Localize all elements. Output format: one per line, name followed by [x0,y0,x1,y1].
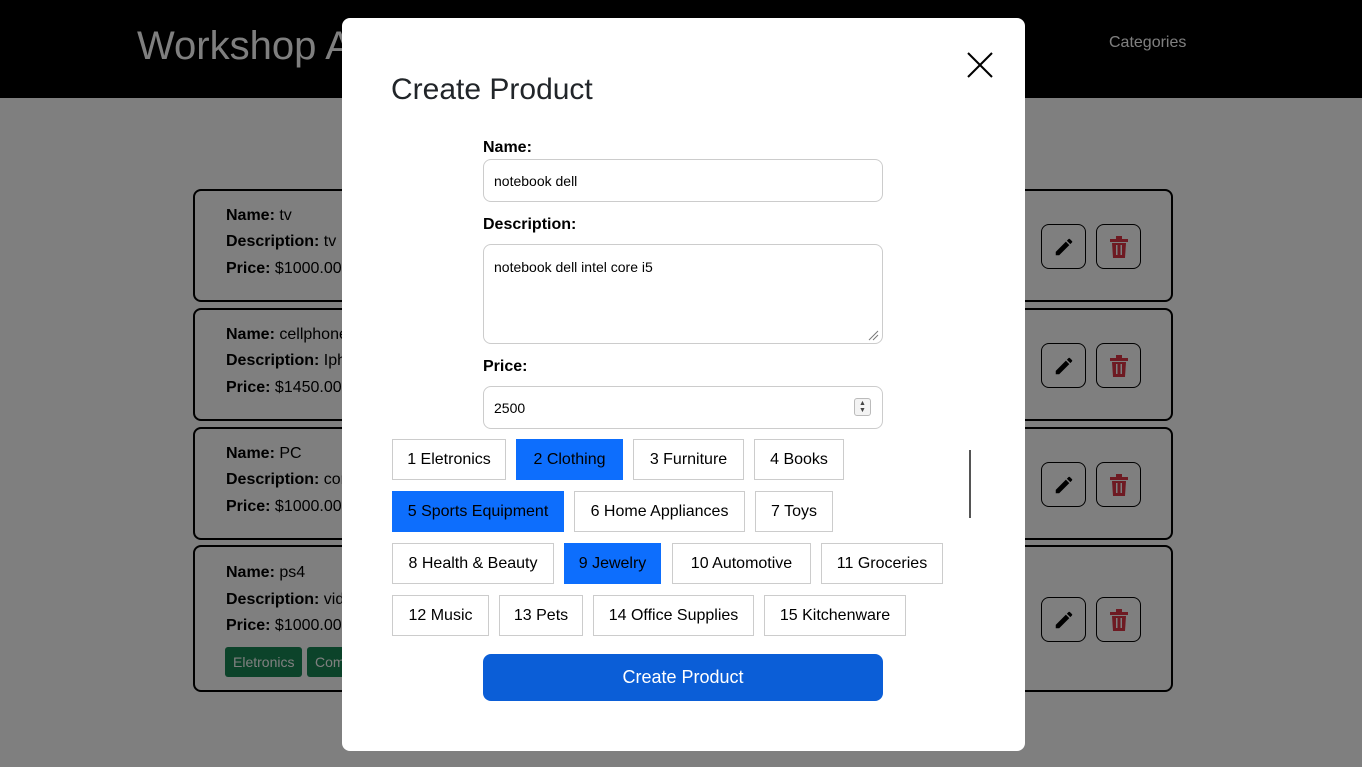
chevron-up-icon[interactable]: ▲ [859,400,866,407]
category-button[interactable]: 4 Books [754,439,844,480]
category-button[interactable]: 11 Groceries [821,543,943,584]
close-icon[interactable] [965,50,995,80]
category-button[interactable]: 15 Kitchenware [764,595,906,636]
category-button[interactable]: 1 Eletronics [392,439,506,480]
category-button[interactable]: 13 Pets [499,595,583,636]
category-button[interactable]: 8 Health & Beauty [392,543,554,584]
category-button[interactable]: 10 Automotive [672,543,811,584]
chevron-down-icon[interactable]: ▼ [859,407,866,414]
scrollbar[interactable] [969,450,971,518]
price-label: Price: [483,358,528,375]
category-button[interactable]: 6 Home Appliances [574,491,745,532]
create-product-button[interactable]: Create Product [483,654,883,701]
price-stepper[interactable]: ▲ ▼ [854,398,871,416]
category-button[interactable]: 14 Office Supplies [593,595,754,636]
description-textarea[interactable]: notebook dell intel core i5 [483,244,883,344]
price-input[interactable] [483,386,883,429]
category-button[interactable]: 3 Furniture [633,439,744,480]
resize-handle-icon[interactable] [867,329,879,341]
category-button[interactable]: 12 Music [392,595,489,636]
create-product-modal: Create Product Name: Description: notebo… [342,18,1025,751]
name-input[interactable] [483,159,883,202]
category-button[interactable]: 9 Jewelry [564,543,661,584]
category-button[interactable]: 5 Sports Equipment [392,491,564,532]
category-button[interactable]: 2 Clothing [516,439,623,480]
category-button[interactable]: 7 Toys [755,491,833,532]
name-label: Name: [483,139,532,156]
description-label: Description: [483,216,577,233]
modal-title: Create Product [391,73,593,106]
